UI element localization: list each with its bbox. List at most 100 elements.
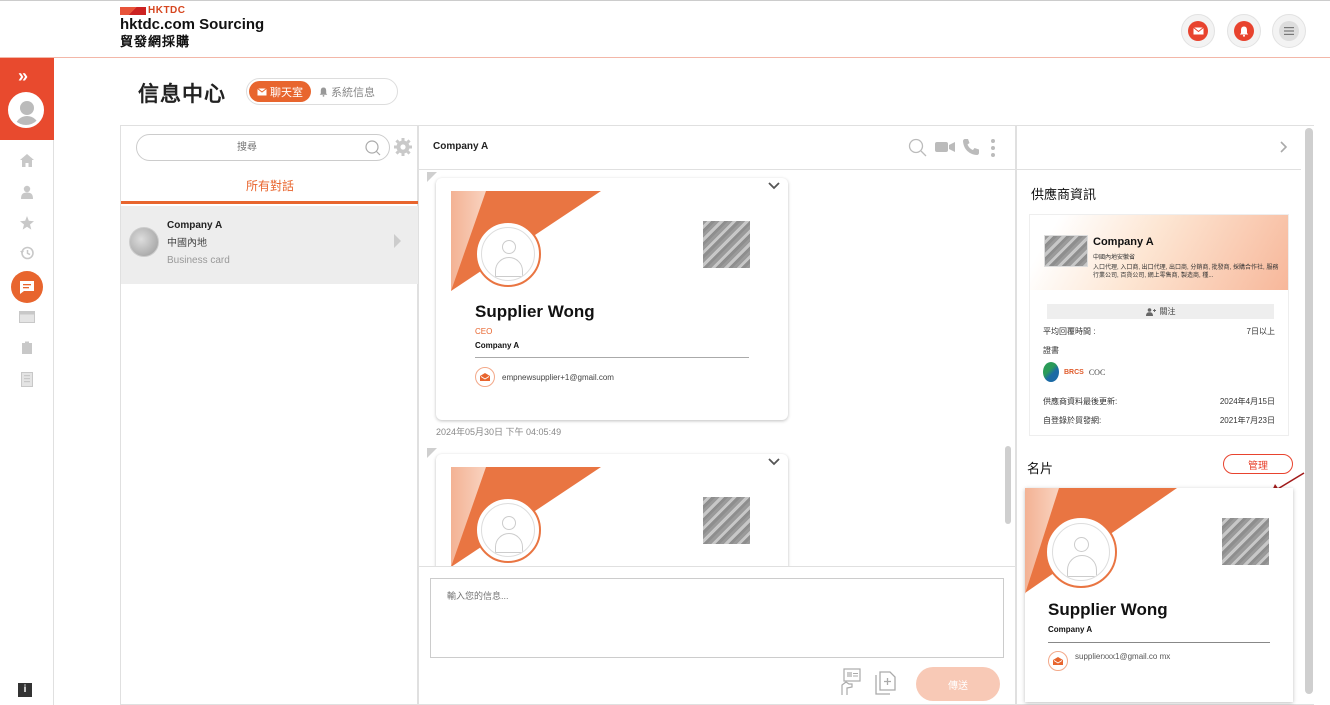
bell-icon xyxy=(319,87,328,97)
more-options-icon[interactable] xyxy=(990,138,996,158)
follow-button[interactable]: 關注 xyxy=(1047,304,1274,319)
chevron-down-icon[interactable] xyxy=(768,458,780,466)
chat-scrollbar[interactable] xyxy=(1003,174,1013,564)
my-business-card[interactable]: Supplier Wong Company A supplierxxx1@gma… xyxy=(1025,488,1293,702)
card-name: Supplier Wong xyxy=(475,302,595,321)
supplier-banner: Company A 中國內地安徽省 入口代理, 入口商, 出口代理, 出口商, … xyxy=(1030,215,1288,290)
chat-panel: Company A Supplier Wong CEO Company A em… xyxy=(418,125,1016,705)
business-card: Supplier Wong CEO Company A empnewsuppli… xyxy=(451,191,773,411)
supplier-info-heading: 供應商資訊 xyxy=(1031,187,1097,202)
card-name: Supplier Wong xyxy=(1048,600,1168,619)
mail-icon xyxy=(1188,21,1208,41)
hktdc-logo[interactable]: HKTDC hktdc.com Sourcing 貿發網採購 xyxy=(120,5,264,50)
cert-brcs: BRCS xyxy=(1064,368,1084,376)
tab-system-messages[interactable]: 系統信息 xyxy=(311,81,383,102)
info-panel-header xyxy=(1017,126,1301,170)
message-bubble[interactable] xyxy=(427,448,788,566)
company-avatar xyxy=(129,227,159,257)
browser-window-icon[interactable] xyxy=(18,310,36,328)
message-bubble[interactable]: Supplier Wong CEO Company A empnewsuppli… xyxy=(427,172,788,420)
certificates: BRCS COC xyxy=(1043,362,1105,382)
conversation-location: 中國內地 xyxy=(167,238,207,249)
message-center-icon[interactable] xyxy=(11,271,43,303)
profile-placeholder-icon xyxy=(481,503,535,557)
gear-icon[interactable] xyxy=(394,138,412,156)
profile-placeholder-icon xyxy=(481,227,535,281)
certificate-logo-icon xyxy=(1043,362,1059,382)
brand-tag: HKTDC xyxy=(148,5,186,16)
card-email: empnewsupplier+1@gmail.com xyxy=(502,373,614,382)
tab-all-conversations[interactable]: 所有對話 xyxy=(121,172,419,204)
email-icon xyxy=(1048,651,1068,671)
supplier-card[interactable]: Company A 中國內地安徽省 入口代理, 入口商, 出口代理, 出口商, … xyxy=(1029,214,1289,436)
conversation-name: Company A xyxy=(167,220,223,231)
avg-response-value: 7日以上 xyxy=(1246,327,1275,336)
message-list[interactable]: Supplier Wong CEO Company A empnewsuppli… xyxy=(419,171,1003,566)
sidebar-profile: » xyxy=(0,58,54,140)
clipboard-icon[interactable] xyxy=(18,341,36,359)
search-icon[interactable] xyxy=(365,140,381,156)
expand-chevron-icon[interactable]: » xyxy=(18,66,28,87)
conversation-last-message: Business card xyxy=(167,255,230,266)
mail-button[interactable] xyxy=(1181,14,1215,48)
conversation-list-panel: 所有對話 Company A 中國內地 Business card xyxy=(120,125,419,705)
avg-response-label: 平均回覆時間 : xyxy=(1043,327,1096,336)
cert-row: 證書 xyxy=(1043,345,1275,356)
follow-label: 關注 xyxy=(1159,307,1176,316)
tab-chatroom-label: 聊天室 xyxy=(270,86,303,99)
chevron-down-icon[interactable] xyxy=(768,182,780,190)
collapse-panel-chevron-icon[interactable] xyxy=(1280,141,1288,153)
page-title: 信息中心 xyxy=(138,83,226,106)
cert-coc: COC xyxy=(1088,367,1106,377)
last-updated-row: 供應商資料最後更新: 2024年4月15日 xyxy=(1043,396,1275,407)
email-icon xyxy=(475,367,495,387)
video-call-icon[interactable] xyxy=(935,141,955,153)
info-panel-scrollbar[interactable] xyxy=(1304,126,1314,704)
phone-icon[interactable] xyxy=(962,138,980,156)
menu-button[interactable] xyxy=(1272,14,1306,48)
message-timestamp: 2024年05月30日 下午 04:05:49 xyxy=(436,427,562,437)
business-card-share-icon[interactable] xyxy=(840,668,862,696)
send-button[interactable]: 傳送 xyxy=(916,667,1000,701)
left-sidebar: » i xyxy=(0,58,54,705)
hktdc-flag-icon xyxy=(120,6,146,15)
card-company: Company A xyxy=(475,341,520,350)
tab-chatroom[interactable]: 聊天室 xyxy=(249,81,311,102)
supplier-info-panel: 供應商資訊 Company A 中國內地安徽省 入口代理, 入口商, 出口代理,… xyxy=(1016,125,1314,705)
message-input[interactable] xyxy=(430,578,1004,658)
avatar[interactable] xyxy=(8,92,44,128)
chat-title: Company A xyxy=(433,141,489,152)
top-header: HKTDC hktdc.com Sourcing 貿發網採購 xyxy=(0,0,1330,58)
message-center-tabs: 聊天室 系統信息 xyxy=(246,78,398,105)
company-logo xyxy=(1044,235,1088,267)
info-icon[interactable]: i xyxy=(18,683,32,697)
profile-placeholder-icon xyxy=(1052,523,1110,581)
card-company: Company A xyxy=(1048,625,1093,634)
search-input[interactable] xyxy=(137,135,357,160)
supplier-location: 中國內地安徽省 xyxy=(1093,255,1136,261)
manage-button[interactable]: 管理 xyxy=(1223,454,1293,474)
home-icon[interactable] xyxy=(18,154,36,172)
history-icon[interactable] xyxy=(18,246,36,264)
search-box xyxy=(136,134,390,161)
user-icon[interactable] xyxy=(18,185,36,203)
add-user-icon xyxy=(1145,307,1156,316)
hamburger-icon xyxy=(1279,21,1299,41)
business-card xyxy=(451,467,773,566)
brand-name-en: hktdc.com Sourcing xyxy=(120,16,265,33)
envelope-icon xyxy=(257,87,267,95)
add-file-icon[interactable] xyxy=(875,671,897,695)
bell-icon xyxy=(1234,21,1254,41)
search-icon[interactable] xyxy=(908,138,928,158)
last-updated-value: 2024年4月15日 xyxy=(1219,397,1275,406)
conversation-item[interactable]: Company A 中國內地 Business card xyxy=(121,206,419,284)
document-list-icon[interactable] xyxy=(18,372,36,390)
business-card-heading: 名片 xyxy=(1027,461,1054,476)
brand-name-zh: 貿發網採購 xyxy=(120,34,191,49)
star-icon[interactable] xyxy=(18,216,36,234)
registered-label: 自登錄於貿發網: xyxy=(1043,416,1102,425)
notification-button[interactable] xyxy=(1227,14,1261,48)
company-logo xyxy=(703,221,750,268)
last-updated-label: 供應商資料最後更新: xyxy=(1043,397,1118,406)
company-logo xyxy=(1222,518,1269,565)
